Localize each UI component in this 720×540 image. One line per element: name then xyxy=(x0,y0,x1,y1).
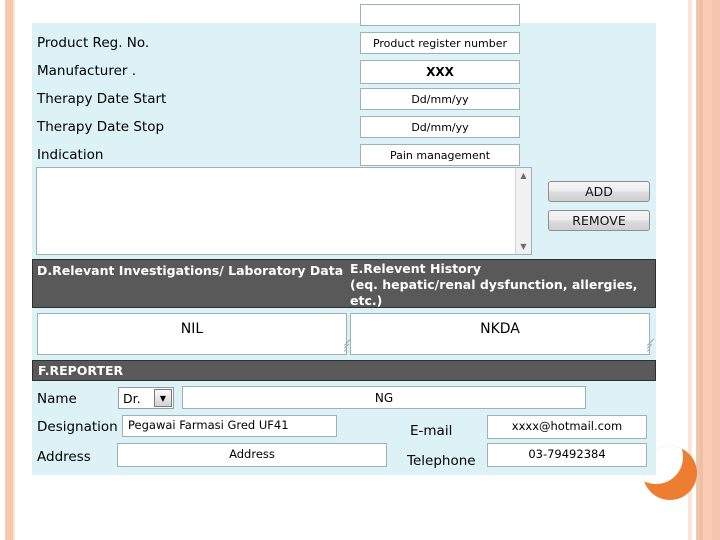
scroll-up-icon[interactable]: ▲ xyxy=(516,168,531,183)
input-address[interactable]: Address xyxy=(117,443,387,467)
input-email[interactable]: xxxx@hotmail.com xyxy=(487,415,647,439)
label-therapy-date-start: Therapy Date Start xyxy=(37,91,167,107)
section-e-heading-line1: E.Relevent History xyxy=(350,261,482,276)
label-designation: Designation xyxy=(37,419,118,435)
right-stripe-5 xyxy=(712,0,720,540)
right-stripe-2 xyxy=(696,0,699,540)
scroll-down-icon[interactable]: ▼ xyxy=(516,239,531,254)
section-f-heading: F.REPORTER xyxy=(38,363,124,378)
investigations-value: NIL xyxy=(180,321,204,337)
label-address: Address xyxy=(37,449,91,465)
label-name: Name xyxy=(37,391,77,407)
resize-grip-icon[interactable] xyxy=(335,338,352,353)
right-stripe-4 xyxy=(703,0,720,540)
history-value: NKDA xyxy=(480,321,520,337)
product-list-textarea[interactable]: ▲ ▼ xyxy=(36,167,532,255)
row-product-reg-no: Product Reg. No. Product register number xyxy=(32,32,656,61)
label-email: E-mail xyxy=(410,423,453,439)
resize-grip-icon[interactable] xyxy=(638,338,655,353)
remove-button[interactable]: REMOVE xyxy=(548,210,650,231)
history-textarea[interactable]: NKDA xyxy=(350,313,655,355)
input-product-reg-no[interactable]: Product register number xyxy=(360,32,520,54)
section-f-header-band: F.REPORTER xyxy=(32,360,656,381)
input-therapy-date-stop[interactable]: Dd/mm/yy xyxy=(360,116,520,138)
input-telephone[interactable]: 03-79492384 xyxy=(487,443,647,467)
section-e-heading-line3: etc.) xyxy=(350,293,383,308)
section-e-heading: E.Relevent History (eq. hepatic/renal dy… xyxy=(350,261,650,309)
input-reporter-name[interactable]: NG xyxy=(182,386,586,409)
add-button[interactable]: ADD xyxy=(548,181,650,202)
section-d-heading: D.Relevant Investigations/ Laboratory Da… xyxy=(37,263,344,278)
row-manufacturer: Manufacturer . XXX xyxy=(32,60,656,89)
label-manufacturer: Manufacturer . xyxy=(37,63,137,79)
label-product-reg-no: Product Reg. No. xyxy=(37,35,150,51)
product-list-scrollbar[interactable]: ▲ ▼ xyxy=(515,168,531,254)
label-telephone: Telephone xyxy=(407,453,476,469)
clipped-product-field[interactable] xyxy=(360,4,520,26)
input-therapy-date-start[interactable]: Dd/mm/yy xyxy=(360,88,520,110)
input-designation[interactable]: Pegawai Farmasi Gred UF41 xyxy=(122,415,337,437)
left-accent-stripe xyxy=(5,0,13,540)
name-title-dropdown[interactable]: Dr. ▼ xyxy=(118,387,174,409)
right-stripe-1 xyxy=(688,0,692,540)
row-therapy-date-start: Therapy Date Start Dd/mm/yy xyxy=(32,88,656,117)
input-manufacturer[interactable]: XXX xyxy=(360,60,520,84)
section-e-heading-line2: (eq. hepatic/renal dysfunction, allergie… xyxy=(350,277,638,292)
adr-form-panel: Product Reg. No. Product register number… xyxy=(32,4,656,475)
name-title-value: Dr. xyxy=(123,390,141,406)
input-indication[interactable]: Pain management xyxy=(360,144,520,166)
left-accent-stripe-edge xyxy=(13,0,15,540)
row-therapy-date-stop: Therapy Date Stop Dd/mm/yy xyxy=(32,116,656,145)
chevron-down-icon[interactable]: ▼ xyxy=(154,389,172,407)
label-indication: Indication xyxy=(37,147,104,163)
investigations-textarea[interactable]: NIL xyxy=(37,313,352,355)
label-therapy-date-stop: Therapy Date Stop xyxy=(37,119,165,135)
right-stripe-3 xyxy=(699,0,703,540)
